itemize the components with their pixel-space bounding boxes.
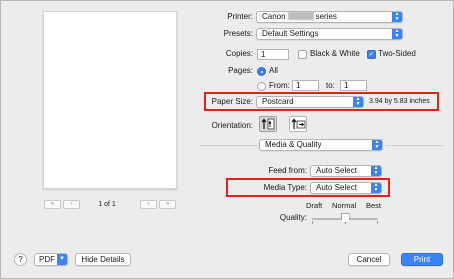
printer-value: Canon series <box>262 12 337 21</box>
next-page-button[interactable]: › <box>140 200 157 209</box>
print-button[interactable]: Print <box>401 253 443 266</box>
paper-size-value: Postcard <box>262 97 294 106</box>
pdf-label: PDF <box>39 255 55 264</box>
pages-range-radio[interactable] <box>257 82 266 91</box>
paper-dimensions: 3.94 by 5.83 inches <box>369 98 430 105</box>
black-white-checkbox[interactable] <box>298 50 307 59</box>
quality-label: Quality: <box>279 213 307 222</box>
popup-arrows-icon: ▲ ▼ <box>371 183 381 193</box>
popup-arrows-icon: ▲ ▼ <box>392 29 402 39</box>
feed-from-value: Auto Select <box>316 166 357 175</box>
pages-all-radio[interactable] <box>257 67 266 76</box>
previous-page-button[interactable]: ‹ <box>63 200 80 209</box>
popup-arrows-icon: ▲ ▼ <box>392 12 402 22</box>
paper-size-popup[interactable]: Postcard ▲ ▼ <box>256 96 364 108</box>
copies-label: Copies: <box>225 49 253 58</box>
pdf-menu-button[interactable]: PDF ▼ <box>34 253 68 266</box>
pages-label: Pages: <box>228 66 253 75</box>
popup-arrows-icon: ▲ ▼ <box>371 166 381 176</box>
feed-from-label: Feed from: <box>268 166 307 175</box>
quality-draft-label: Draft <box>306 201 323 210</box>
media-type-popup[interactable]: Auto Select ▲ ▼ <box>310 182 382 194</box>
black-white-label: Black & White <box>310 49 360 58</box>
media-type-value: Auto Select <box>316 183 357 192</box>
cancel-button[interactable]: Cancel <box>348 253 390 266</box>
presets-value: Default Settings <box>262 29 319 38</box>
popup-arrows-icon: ▲ ▼ <box>372 140 382 150</box>
pages-from-label: From: <box>269 81 290 90</box>
page-indicator: 1 of 1 <box>98 201 116 208</box>
popup-arrows-icon: ▲ ▼ <box>353 97 363 107</box>
media-type-label: Media Type: <box>263 183 307 192</box>
pages-from-field[interactable]: 1 <box>292 80 319 91</box>
pages-all-label: All <box>269 66 278 75</box>
chevron-down-icon: ▼ <box>57 254 67 265</box>
paper-size-label: Paper Size: <box>211 97 253 106</box>
printer-popup[interactable]: Canon series ▲ ▼ <box>256 11 403 23</box>
portrait-button[interactable] <box>259 116 277 132</box>
quality-tick-best <box>377 221 378 224</box>
presets-popup[interactable]: Default Settings ▲ ▼ <box>256 28 403 40</box>
portrait-icon <box>261 118 275 130</box>
section-divider-left <box>200 145 258 146</box>
landscape-button[interactable] <box>289 116 307 132</box>
section-divider-right <box>385 145 443 146</box>
pages-to-label: to: <box>326 81 335 90</box>
previous-page-icon: ‹ <box>70 201 73 207</box>
quality-best-label: Best <box>366 201 382 210</box>
copies-field[interactable]: 1 <box>257 49 289 60</box>
checkmark-icon: ✓ <box>368 51 375 58</box>
section-popup[interactable]: Media & Quality ▲ ▼ <box>259 139 383 151</box>
last-page-icon: » <box>165 201 170 207</box>
hide-details-button[interactable]: Hide Details <box>75 253 131 266</box>
two-sided-checkbox[interactable]: ✓ <box>367 50 376 59</box>
quality-tick-draft <box>312 221 313 224</box>
presets-label: Presets: <box>223 29 253 38</box>
first-page-button[interactable]: « <box>44 200 61 209</box>
section-value: Media & Quality <box>265 140 322 149</box>
landscape-icon <box>291 118 306 129</box>
two-sided-label: Two-Sided <box>378 49 416 58</box>
first-page-icon: « <box>50 201 55 207</box>
quality-normal-label: Normal <box>332 201 357 210</box>
orientation-label: Orientation: <box>211 121 253 130</box>
window-border-top <box>0 0 454 1</box>
next-page-icon: › <box>147 201 150 207</box>
help-button[interactable]: ? <box>14 253 27 266</box>
redacted-printer-model <box>287 12 314 20</box>
pages-to-field[interactable]: 1 <box>340 80 367 91</box>
feed-from-popup[interactable]: Auto Select ▲ ▼ <box>310 165 382 177</box>
printer-label: Printer: <box>227 12 253 21</box>
window-border-left <box>0 0 1 279</box>
quality-slider-thumb[interactable] <box>340 213 350 223</box>
last-page-button[interactable]: » <box>159 200 176 209</box>
